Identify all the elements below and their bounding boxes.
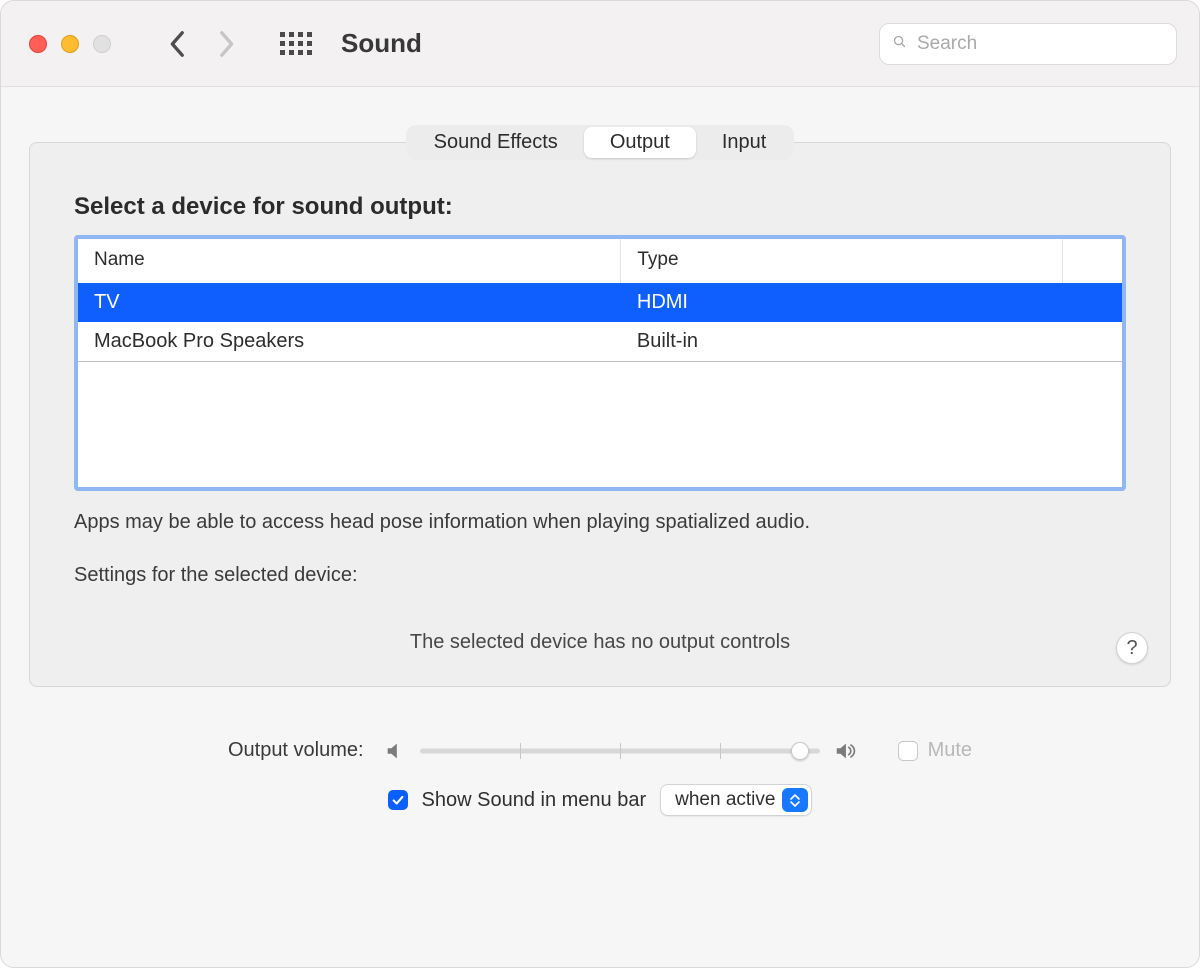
tab-output[interactable]: Output xyxy=(584,127,696,158)
device-name: TV xyxy=(78,283,621,322)
mute-control[interactable]: Mute xyxy=(898,739,972,762)
help-icon: ? xyxy=(1126,637,1137,660)
nav-buttons xyxy=(169,30,235,58)
sound-preferences-window: Sound Sound Effects Output Input Select … xyxy=(0,0,1200,968)
show-in-menubar-label: Show Sound in menu bar xyxy=(422,789,647,812)
column-header-name[interactable]: Name xyxy=(78,239,621,283)
output-volume-row: Output volume: Mute xyxy=(29,739,1171,762)
volume-min-icon xyxy=(384,740,406,762)
volume-max-icon xyxy=(834,740,856,762)
tab-bar: Sound Effects Output Input xyxy=(406,125,795,160)
slider-thumb[interactable] xyxy=(791,742,809,760)
select-value: when active xyxy=(675,789,775,810)
device-type: Built-in xyxy=(621,322,1122,362)
zoom-window-button[interactable] xyxy=(93,35,111,53)
device-name: MacBook Pro Speakers xyxy=(78,322,621,362)
back-button[interactable] xyxy=(169,30,187,58)
output-panel: Select a device for sound output: Name T… xyxy=(29,142,1171,687)
search-icon xyxy=(892,34,907,54)
table-row[interactable]: TV HDMI xyxy=(78,283,1122,322)
mute-checkbox[interactable] xyxy=(898,741,918,761)
search-input[interactable] xyxy=(915,32,1164,56)
device-type: HDMI xyxy=(621,283,1122,322)
tab-input[interactable]: Input xyxy=(696,127,792,158)
selected-device-settings-label: Settings for the selected device: xyxy=(74,564,1126,587)
window-title: Sound xyxy=(341,28,422,59)
select-stepper-icon xyxy=(782,788,808,812)
spatial-audio-hint: Apps may be able to access head pose inf… xyxy=(74,511,1126,534)
titlebar: Sound xyxy=(1,1,1199,87)
window-controls xyxy=(29,35,111,53)
mute-label: Mute xyxy=(928,739,972,762)
table-row[interactable]: MacBook Pro Speakers Built-in xyxy=(78,322,1122,362)
tab-sound-effects[interactable]: Sound Effects xyxy=(408,127,584,158)
menubar-visibility-select[interactable]: when active xyxy=(660,784,812,816)
content-area: Sound Effects Output Input Select a devi… xyxy=(1,87,1199,836)
output-volume-slider[interactable] xyxy=(420,741,820,761)
minimize-window-button[interactable] xyxy=(61,35,79,53)
help-button[interactable]: ? xyxy=(1116,632,1148,664)
close-window-button[interactable] xyxy=(29,35,47,53)
output-volume-label: Output volume: xyxy=(228,739,364,762)
menubar-row: Show Sound in menu bar when active xyxy=(29,784,1171,816)
panel-heading: Select a device for sound output: xyxy=(74,193,1126,221)
no-output-controls-message: The selected device has no output contro… xyxy=(74,631,1126,654)
show-all-prefs-icon[interactable] xyxy=(281,29,311,59)
column-header-type[interactable]: Type xyxy=(621,239,1062,283)
show-in-menubar-checkbox[interactable] xyxy=(388,790,408,810)
output-device-table[interactable]: Name Type TV HDMI MacBook Pro Speakers B… xyxy=(74,235,1126,491)
forward-button[interactable] xyxy=(217,30,235,58)
search-field[interactable] xyxy=(879,23,1177,65)
